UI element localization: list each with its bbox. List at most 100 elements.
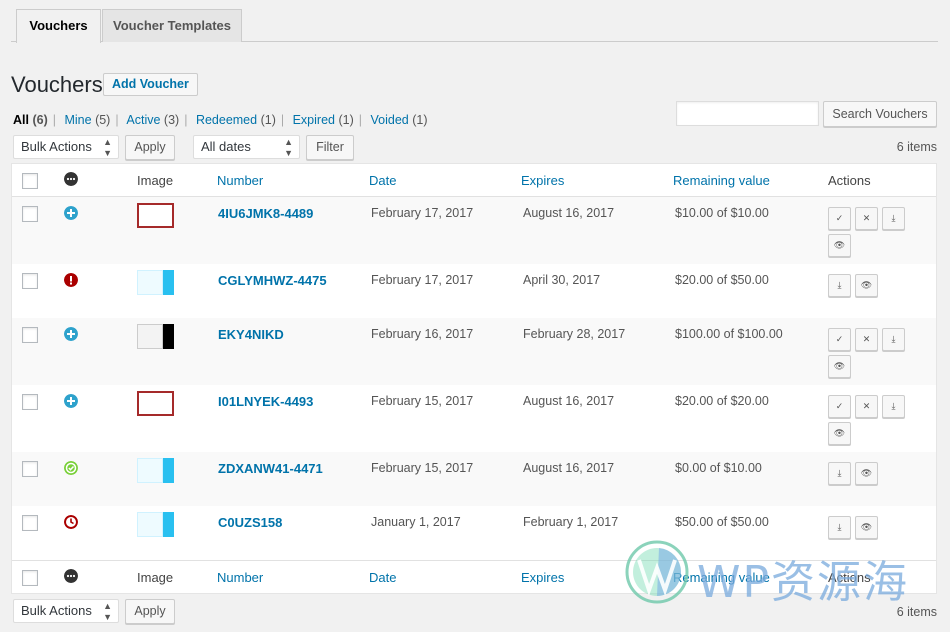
- eye-icon: 👁: [833, 240, 846, 250]
- void-button[interactable]: ✕: [855, 328, 878, 351]
- filter-redeemed[interactable]: Redeemed (1): [196, 113, 276, 127]
- view-button[interactable]: 👁: [855, 462, 878, 485]
- row-checkbox[interactable]: [22, 515, 38, 531]
- download-button[interactable]: ⤓: [882, 207, 905, 230]
- table-row: C0UZS158 January 1, 2017 February 1, 2017 $…: [12, 506, 936, 560]
- voucher-number-link[interactable]: CGLYMHWZ-4475: [218, 273, 327, 288]
- table-header: Image Number Date Expires Remaining valu…: [12, 164, 936, 197]
- bulk-actions-select-top[interactable]: Bulk Actions ▲ ▼: [13, 135, 119, 159]
- select-all-checkbox[interactable]: [22, 173, 38, 189]
- status-column-icon: [64, 569, 78, 583]
- status-redeemed-icon: [64, 461, 78, 475]
- status-filters: All (6) | Mine (5) | Active (3) | Redeemed …: [13, 113, 427, 127]
- redeem-button[interactable]: ✓: [828, 328, 851, 351]
- status-expired-icon: [64, 515, 78, 529]
- voucher-thumbnail[interactable]: [137, 203, 174, 228]
- download-button[interactable]: ⤓: [828, 516, 851, 539]
- table-footer: Image Number Date Expires Remaining valu…: [12, 560, 936, 593]
- voucher-number-link[interactable]: EKY4NIKD: [218, 327, 284, 342]
- dates-select[interactable]: All dates ▲ ▼: [193, 135, 300, 159]
- filter-button[interactable]: Filter: [306, 135, 354, 160]
- voucher-number-link[interactable]: 4IU6JMK8-4489: [218, 206, 313, 221]
- download-button[interactable]: ⤓: [882, 328, 905, 351]
- apply-button-bottom[interactable]: Apply: [125, 599, 175, 624]
- column-number[interactable]: Number: [217, 173, 263, 188]
- check-icon: ✓: [835, 213, 844, 223]
- voucher-date: February 17, 2017: [371, 273, 474, 287]
- table-row: I01LNYEK-4493 February 15, 2017 August 16,…: [12, 385, 936, 452]
- download-button[interactable]: ⤓: [828, 274, 851, 297]
- search-vouchers-button[interactable]: Search Vouchers: [823, 101, 937, 127]
- status-active-icon: [64, 394, 78, 408]
- close-icon: ✕: [862, 401, 871, 411]
- voucher-thumbnail[interactable]: [137, 458, 174, 483]
- voucher-thumbnail[interactable]: [137, 270, 174, 295]
- filter-count: (1): [412, 113, 428, 127]
- redeem-button[interactable]: ✓: [828, 207, 851, 230]
- row-checkbox[interactable]: [22, 206, 38, 222]
- column-number[interactable]: Number: [217, 570, 263, 585]
- column-date[interactable]: Date: [369, 570, 396, 585]
- separator: |: [184, 113, 188, 127]
- row-checkbox[interactable]: [22, 327, 38, 343]
- download-icon: ⤓: [837, 522, 842, 532]
- row-checkbox[interactable]: [22, 461, 38, 477]
- filter-count: (1): [338, 113, 354, 127]
- row-checkbox[interactable]: [22, 394, 38, 410]
- column-remaining-value[interactable]: Remaining value: [673, 173, 770, 188]
- download-icon: ⤓: [837, 280, 842, 290]
- download-button[interactable]: ⤓: [828, 462, 851, 485]
- view-button[interactable]: 👁: [828, 355, 851, 378]
- separator: |: [358, 113, 362, 127]
- download-icon: ⤓: [891, 401, 896, 411]
- filter-all[interactable]: All (6): [13, 113, 48, 127]
- voucher-thumbnail[interactable]: [137, 324, 174, 349]
- voucher-remaining-value: $0.00 of $10.00: [675, 461, 762, 475]
- voucher-thumbnail[interactable]: [137, 512, 174, 537]
- download-icon: ⤓: [837, 468, 842, 478]
- add-voucher-button[interactable]: Add Voucher: [103, 73, 198, 96]
- view-button[interactable]: 👁: [828, 422, 851, 445]
- tab-vouchers[interactable]: Vouchers: [16, 9, 101, 43]
- filter-active[interactable]: Active (3): [126, 113, 179, 127]
- separator: |: [52, 113, 56, 127]
- voucher-thumbnail[interactable]: [137, 391, 174, 416]
- tab-voucher-templates[interactable]: Voucher Templates: [102, 9, 242, 42]
- void-button[interactable]: ✕: [855, 207, 878, 230]
- table-row: EKY4NIKD February 16, 2017 February 28, 20…: [12, 318, 936, 385]
- redeem-button[interactable]: ✓: [828, 395, 851, 418]
- filter-label: Mine: [64, 113, 92, 127]
- column-expires[interactable]: Expires: [521, 173, 564, 188]
- select-all-checkbox-footer[interactable]: [22, 570, 38, 586]
- voucher-expires: August 16, 2017: [523, 461, 615, 475]
- voucher-date: February 15, 2017: [371, 394, 474, 408]
- voucher-remaining-value: $100.00 of $100.00: [675, 327, 783, 341]
- voucher-expires: February 28, 2017: [523, 327, 626, 341]
- view-button[interactable]: 👁: [855, 516, 878, 539]
- vouchers-table: Image Number Date Expires Remaining valu…: [11, 163, 937, 594]
- column-remaining-value[interactable]: Remaining value: [673, 570, 770, 585]
- status-active-icon: [64, 327, 78, 341]
- bulk-actions-select-bottom[interactable]: Bulk Actions ▲ ▼: [13, 599, 119, 623]
- column-date[interactable]: Date: [369, 173, 396, 188]
- table-row: ZDXANW41-4471 February 15, 2017 August 16,…: [12, 452, 936, 506]
- apply-button-top[interactable]: Apply: [125, 135, 175, 160]
- voucher-number-link[interactable]: I01LNYEK-4493: [218, 394, 313, 409]
- void-button[interactable]: ✕: [855, 395, 878, 418]
- column-expires[interactable]: Expires: [521, 570, 564, 585]
- column-actions: Actions: [828, 570, 871, 585]
- download-button[interactable]: ⤓: [882, 395, 905, 418]
- filter-mine[interactable]: Mine (5): [64, 113, 110, 127]
- view-button[interactable]: 👁: [855, 274, 878, 297]
- voucher-number-link[interactable]: C0UZS158: [218, 515, 282, 530]
- filter-expired[interactable]: Expired (1): [293, 113, 354, 127]
- close-icon: ✕: [862, 213, 871, 223]
- view-button[interactable]: 👁: [828, 234, 851, 257]
- filter-voided[interactable]: Voided (1): [370, 113, 427, 127]
- search-input[interactable]: [676, 101, 819, 126]
- row-checkbox[interactable]: [22, 273, 38, 289]
- voucher-number-link[interactable]: ZDXANW41-4471: [218, 461, 323, 476]
- status-active-icon: [64, 206, 78, 220]
- table-row: 4IU6JMK8-4489 February 17, 2017 August 16,…: [12, 197, 936, 264]
- check-icon: ✓: [835, 334, 844, 344]
